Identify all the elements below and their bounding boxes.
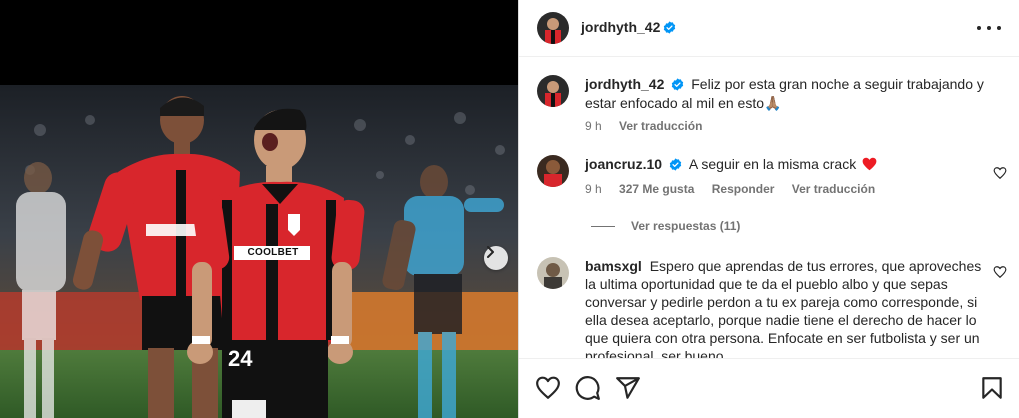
next-arrow-icon: [487, 246, 494, 258]
comment-translate-link[interactable]: Ver traducción: [792, 182, 875, 196]
author-name-row: jordhyth_42: [581, 19, 676, 37]
comment-time: 9 h: [585, 182, 602, 196]
save-icon[interactable]: [979, 375, 1005, 401]
comment-text: Espero que aprendas de tus errores, que …: [585, 258, 982, 358]
comment-text-block: joancruz.10 A seguir en la misma crack: [585, 155, 985, 173]
reply-link[interactable]: Responder: [712, 182, 775, 196]
comment-meta: 9 h 327 Me gusta Responder Ver traducció…: [585, 182, 889, 196]
commenter-username[interactable]: bamsxgl: [585, 258, 642, 274]
replies-divider-line: [591, 225, 615, 227]
commenter-avatar[interactable]: [537, 257, 569, 289]
caption-time: 9 h: [585, 119, 602, 133]
author-username[interactable]: jordhyth_42: [581, 19, 660, 35]
verified-icon: [669, 158, 682, 171]
verified-icon: [664, 21, 676, 34]
comments-list: jordhyth_42 Feliz por esta gran noche a …: [519, 57, 1019, 358]
comment-likes[interactable]: 327 Me gusta: [619, 182, 694, 196]
caption-username[interactable]: jordhyth_42: [585, 76, 664, 92]
post-sidebar: jordhyth_42 jordhyth_42 Feliz por esta g…: [519, 0, 1019, 418]
verified-icon: [672, 78, 684, 91]
jersey-number: 24: [228, 346, 253, 371]
comment-icon[interactable]: [575, 375, 601, 401]
author-avatar[interactable]: [537, 12, 569, 44]
view-replies-button[interactable]: Ver respuestas (11): [591, 219, 740, 233]
post-header: jordhyth_42: [519, 0, 1019, 57]
jersey-sponsor-label: COOLBET: [247, 247, 299, 258]
share-icon[interactable]: [615, 375, 641, 401]
commenter-avatar[interactable]: [537, 155, 569, 187]
post-actions: [519, 358, 1019, 418]
commenter-username[interactable]: joancruz.10: [585, 156, 662, 172]
caption: jordhyth_42 Feliz por esta gran noche a …: [537, 75, 1007, 155]
comment-text-block: bamsxgl Espero que aprendas de tus error…: [585, 257, 985, 358]
heart-icon[interactable]: [993, 265, 1007, 279]
comment-item: joancruz.10 A seguir en la misma crack 9…: [537, 155, 1007, 215]
caption-meta: 9 h Ver traducción: [585, 119, 716, 133]
avatar-image: [537, 155, 569, 187]
view-replies-label: Ver respuestas (11): [631, 219, 741, 233]
comment-item: bamsxgl Espero que aprendas de tus error…: [537, 257, 1007, 358]
photo-illustration: [0, 0, 519, 418]
caption-translate-link[interactable]: Ver traducción: [619, 119, 702, 133]
avatar-image: [537, 257, 569, 289]
next-photo-button[interactable]: [484, 246, 508, 270]
caption-text-block: jordhyth_42 Feliz por esta gran noche a …: [585, 75, 985, 113]
caption-avatar[interactable]: [537, 75, 569, 107]
avatar-image: [537, 12, 569, 44]
red-heart-emoji-icon: [862, 157, 877, 171]
post-photo[interactable]: COOLBET 24: [0, 0, 519, 418]
more-options-icon[interactable]: [977, 18, 1001, 38]
avatar-image: [537, 75, 569, 107]
comment-text: A seguir en la misma crack: [688, 156, 857, 172]
heart-icon[interactable]: [993, 166, 1007, 180]
like-icon[interactable]: [535, 375, 561, 401]
